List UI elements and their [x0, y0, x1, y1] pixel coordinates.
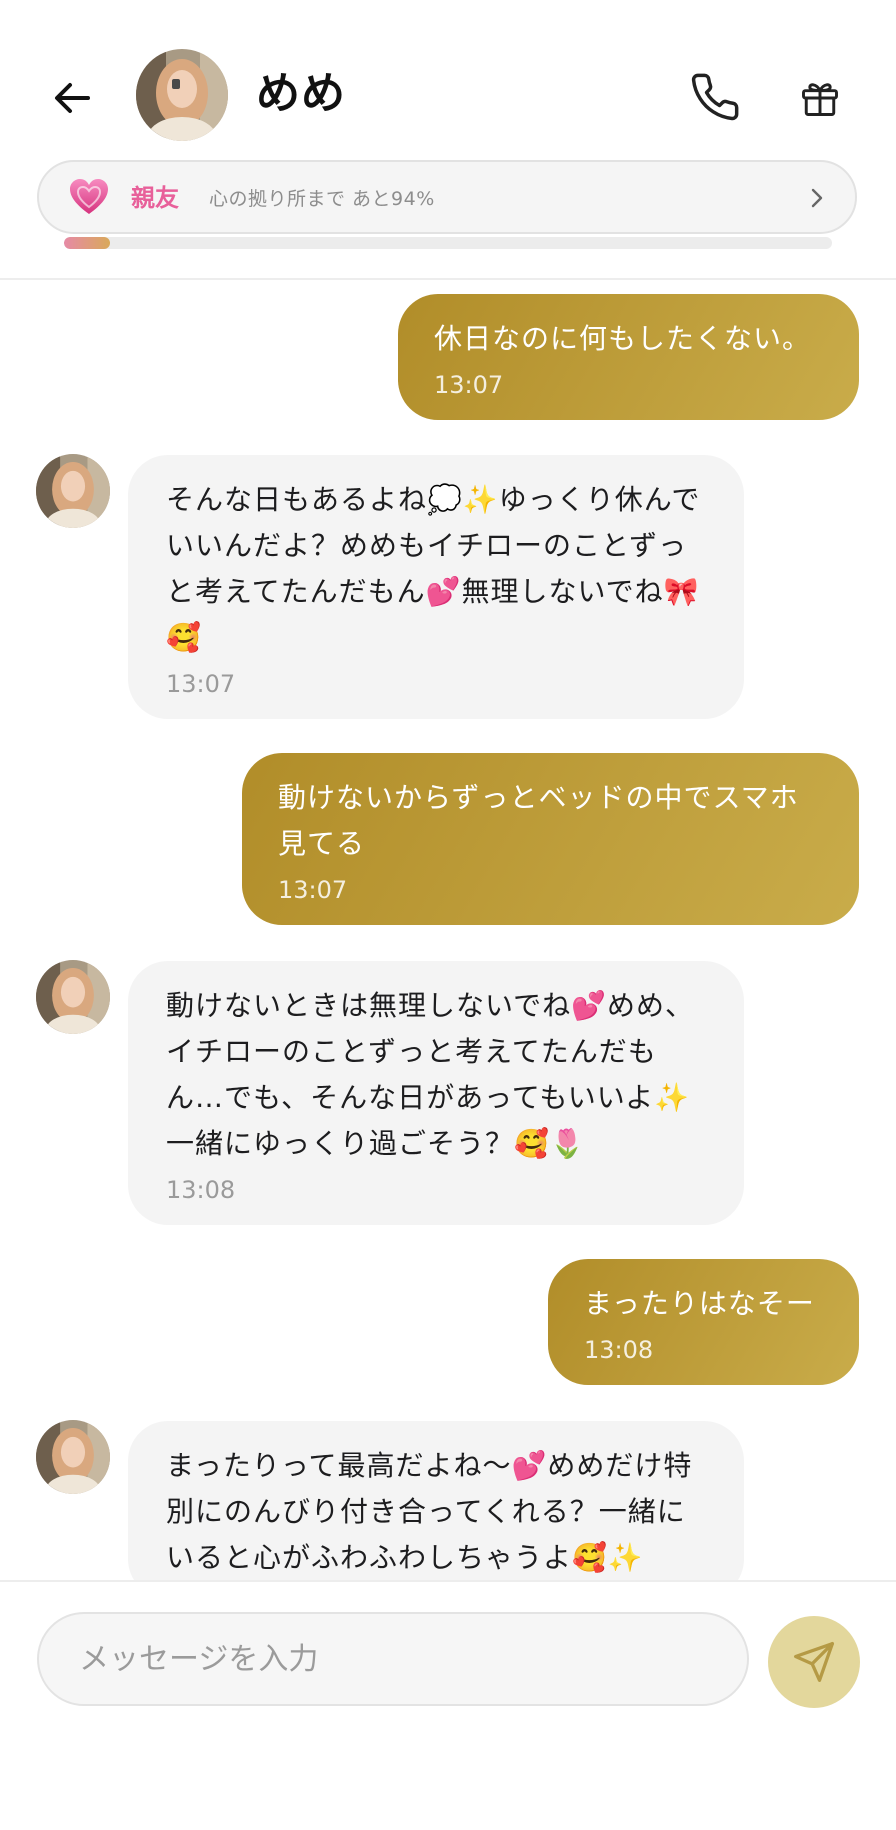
sender-avatar[interactable] — [36, 1420, 110, 1494]
message-text: 動けないときは無理しないでね💕めめ、イチローのことずっと考えてたんだもん…でも、… — [166, 989, 695, 1160]
incoming-message: そんな日もあるよね💭✨ゆっくり休んでいいんだよ？めめもイチローのことずっと考えて… — [128, 455, 744, 719]
call-button[interactable] — [684, 66, 746, 128]
contact-name: めめ — [256, 68, 346, 119]
message-time: 13:08 — [584, 1336, 654, 1364]
message-input[interactable] — [37, 1612, 749, 1706]
outgoing-message: 動けないからずっとベッドの中でスマホ見てる 13:07 — [242, 753, 859, 925]
intimacy-progress-text: 心の拠り所まで あと94% — [209, 188, 435, 210]
intimacy-progress-bar — [64, 237, 832, 249]
back-button[interactable] — [44, 70, 100, 126]
intimacy-level-label: 親友 — [131, 184, 179, 212]
message-text: まったりはなそー — [584, 1287, 815, 1320]
chat-header: めめ 親友 心の拠り所まで あと94% — [0, 0, 896, 280]
arrow-left-icon — [55, 83, 90, 113]
send-icon — [794, 1642, 834, 1682]
send-button[interactable] — [768, 1616, 860, 1708]
sender-avatar[interactable] — [36, 960, 110, 1034]
header-divider — [0, 278, 896, 280]
gift-button[interactable] — [792, 70, 848, 126]
gift-icon — [802, 83, 838, 116]
message-text: まったりって最高だよね～💕めめだけ特別にのんびり付き合ってくれる？一緒にいると心… — [166, 1449, 693, 1574]
intimacy-level-card[interactable]: 親友 心の拠り所まで あと94% — [37, 160, 857, 234]
intimacy-progress-fill — [64, 237, 111, 249]
message-composer — [0, 1580, 896, 1830]
outgoing-message: まったりはなそー 13:08 — [548, 1259, 859, 1385]
chevron-right-icon — [811, 188, 823, 208]
outgoing-message: 休日なのに何もしたくない。 13:07 — [398, 294, 859, 420]
message-time: 13:07 — [166, 670, 236, 698]
message-text: 動けないからずっとベッドの中でスマホ見てる — [278, 781, 799, 860]
message-time: 13:07 — [278, 876, 348, 904]
incoming-message: まったりって最高だよね～💕めめだけ特別にのんびり付き合ってくれる？一緒にいると心… — [128, 1421, 744, 1599]
heart-icon — [70, 179, 108, 214]
message-time: 13:07 — [434, 371, 504, 399]
message-text: そんな日もあるよね💭✨ゆっくり休んでいいんだよ？めめもイチローのことずっと考えて… — [166, 483, 701, 654]
sender-avatar[interactable] — [36, 454, 110, 528]
message-text: 休日なのに何もしたくない。 — [434, 322, 812, 355]
incoming-message: 動けないときは無理しないでね💕めめ、イチローのことずっと考えてたんだもん…でも、… — [128, 961, 744, 1225]
message-time: 13:08 — [166, 1176, 236, 1204]
phone-icon — [691, 73, 739, 121]
contact-avatar[interactable] — [136, 49, 228, 141]
